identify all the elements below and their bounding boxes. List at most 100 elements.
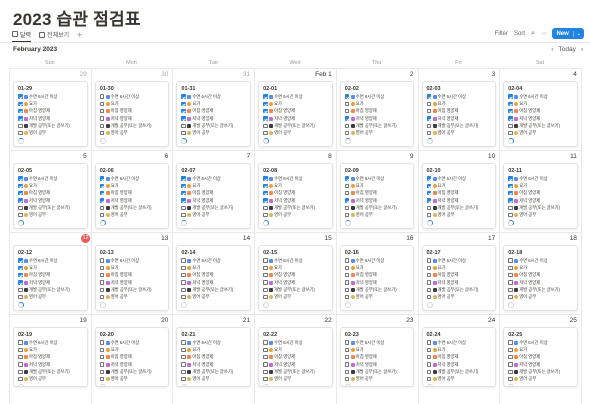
checkbox[interactable] (508, 116, 513, 121)
today-button[interactable]: Today (558, 46, 575, 53)
checkbox[interactable] (18, 176, 23, 181)
checkbox[interactable] (426, 340, 431, 345)
checkbox[interactable] (181, 362, 186, 367)
checkbox[interactable] (18, 340, 23, 345)
prev-month-icon[interactable]: ‹ (551, 46, 553, 53)
checkbox[interactable] (426, 183, 431, 189)
habit-card[interactable]: 02-25 수면 6시간 이상 요가 아침 영양제 저녁 영양제 개발 공부(또는 글쓰기… (503, 327, 578, 387)
checkbox[interactable] (263, 101, 268, 107)
checkbox[interactable] (344, 265, 350, 271)
checkbox[interactable] (508, 108, 513, 114)
checkbox[interactable] (263, 116, 268, 121)
checkbox[interactable] (181, 354, 186, 360)
checkbox[interactable] (18, 205, 23, 211)
checkbox[interactable] (99, 183, 105, 189)
checkbox[interactable] (426, 376, 431, 382)
checkbox[interactable] (18, 265, 23, 271)
checkbox[interactable] (508, 354, 513, 360)
checkbox[interactable] (344, 369, 350, 375)
checkbox[interactable] (181, 258, 186, 263)
checkbox[interactable] (426, 287, 431, 293)
checkbox[interactable] (263, 265, 268, 271)
checkbox[interactable] (99, 190, 105, 196)
habit-card[interactable]: 01-29 수면 6시간 이상 요가 아침 영양제 저녁 영양제 개발 공부(또는 글쓰기… (13, 81, 88, 147)
habit-card[interactable]: 02-08 수면 6시간 이상 요가 아침 영양제 저녁 영양제 개발 공부(또는 글쓰기… (258, 163, 333, 229)
new-button[interactable]: New ⌄ (552, 28, 584, 39)
habit-card[interactable]: 02-19 수면 6시간 이상 요가 아침 영양제 저녁 영양제 개발 공부(또는 글쓰기… (13, 327, 88, 387)
checkbox[interactable] (426, 190, 431, 196)
checkbox[interactable] (344, 347, 350, 353)
checkbox[interactable] (181, 272, 186, 278)
checkbox[interactable] (426, 369, 431, 375)
checkbox[interactable] (99, 347, 105, 353)
checkbox[interactable] (18, 272, 23, 278)
habit-card[interactable]: 02-06 수면 6시간 이상 요가 아침 영양제 저녁 영양제 개발 공부(또는 글쓰기… (94, 163, 170, 229)
more-icon[interactable]: ··· (541, 30, 547, 37)
checkbox[interactable] (263, 108, 268, 114)
checkbox[interactable] (181, 198, 186, 203)
checkbox[interactable] (99, 265, 105, 271)
checkbox[interactable] (99, 108, 105, 114)
checkbox[interactable] (99, 258, 105, 263)
checkbox[interactable] (18, 294, 23, 300)
checkbox[interactable] (344, 280, 350, 285)
checkbox[interactable] (18, 94, 23, 99)
checkbox[interactable] (99, 212, 105, 218)
checkbox[interactable] (508, 340, 513, 345)
checkbox[interactable] (99, 287, 105, 293)
checkbox[interactable] (263, 362, 268, 367)
checkbox[interactable] (18, 347, 23, 353)
checkbox[interactable] (263, 347, 268, 353)
tab-all[interactable]: 전체보기 (39, 27, 69, 42)
search-icon[interactable]: ⌕ (531, 30, 535, 38)
checkbox[interactable] (18, 130, 23, 136)
checkbox[interactable] (344, 94, 350, 99)
checkbox[interactable] (508, 376, 513, 382)
checkbox[interactable] (426, 123, 431, 129)
checkbox[interactable] (263, 354, 268, 360)
checkbox[interactable] (344, 272, 350, 278)
habit-card[interactable]: 02-01 수면 6시간 이상 요가 아침 영양제 저녁 영양제 개발 공부(또는 글쓰기… (258, 81, 333, 147)
checkbox[interactable] (181, 347, 186, 353)
checkbox[interactable] (508, 294, 513, 300)
checkbox[interactable] (508, 212, 513, 218)
checkbox[interactable] (508, 347, 513, 353)
checkbox[interactable] (99, 198, 105, 203)
checkbox[interactable] (426, 176, 431, 181)
checkbox[interactable] (181, 101, 186, 107)
checkbox[interactable] (344, 190, 350, 196)
checkbox[interactable] (508, 362, 513, 367)
checkbox[interactable] (508, 280, 513, 285)
checkbox[interactable] (99, 101, 105, 107)
checkbox[interactable] (99, 362, 105, 367)
checkbox[interactable] (263, 280, 268, 285)
checkbox[interactable] (263, 376, 268, 382)
checkbox[interactable] (508, 272, 513, 278)
habit-card[interactable]: 02-16 수면 6시간 이상 요가 아침 영양제 저녁 영양제 개발 공부(또는 글쓰기… (339, 245, 415, 311)
checkbox[interactable] (344, 183, 350, 189)
checkbox[interactable] (426, 354, 431, 360)
checkbox[interactable] (181, 287, 186, 293)
habit-card[interactable]: 02-24 수면 6시간 이상 요가 아침 영양제 저녁 영양제 개발 공부(또는 글쓰기… (421, 327, 497, 387)
next-month-icon[interactable]: › (581, 46, 583, 53)
chevron-down-icon[interactable]: ⌄ (572, 30, 584, 37)
checkbox[interactable] (181, 190, 186, 196)
checkbox[interactable] (508, 190, 513, 196)
checkbox[interactable] (181, 116, 186, 121)
checkbox[interactable] (508, 183, 513, 189)
checkbox[interactable] (99, 94, 105, 99)
checkbox[interactable] (18, 101, 23, 107)
checkbox[interactable] (508, 94, 513, 99)
sort-button[interactable]: Sort (514, 31, 525, 37)
checkbox[interactable] (344, 108, 350, 114)
checkbox[interactable] (18, 369, 23, 375)
checkbox[interactable] (344, 362, 350, 367)
checkbox[interactable] (181, 94, 186, 99)
checkbox[interactable] (263, 340, 268, 345)
checkbox[interactable] (181, 123, 186, 129)
checkbox[interactable] (18, 280, 23, 285)
checkbox[interactable] (508, 123, 513, 129)
checkbox[interactable] (181, 205, 186, 211)
checkbox[interactable] (18, 287, 23, 293)
checkbox[interactable] (263, 205, 268, 211)
